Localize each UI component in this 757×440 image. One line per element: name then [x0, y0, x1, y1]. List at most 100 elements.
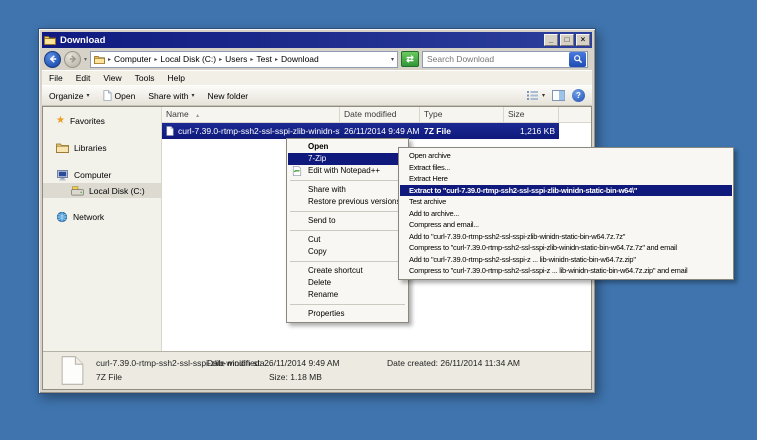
menu-bar: File Edit View Tools Help	[42, 70, 592, 85]
sidebar-network-label: Network	[73, 212, 104, 222]
details-pane: curl-7.39.0-rtmp-ssh2-ssl-sspi-zlib-wini…	[43, 351, 591, 389]
sidebar-item-network[interactable]: Network	[43, 209, 161, 225]
sidebar-libraries-label: Libraries	[74, 143, 107, 153]
submenu-item-compress-and-email[interactable]: Compress and email...	[400, 219, 732, 231]
menu-separator	[290, 304, 405, 305]
address-breadcrumb-bar[interactable]: ▸ Computer ▸ Local Disk (C:) ▸ Users ▸ T…	[90, 51, 398, 68]
column-header-type[interactable]: Type	[420, 107, 504, 122]
disk-drive-icon	[71, 186, 84, 196]
help-icon[interactable]: ?	[572, 89, 585, 102]
breadcrumb-separator[interactable]: ▸	[154, 56, 157, 63]
forward-button[interactable]	[64, 51, 81, 68]
submenu-item-add-to-zip[interactable]: Add to "curl-7.39.0-rtmp-ssh2-ssl-sspi-z…	[400, 254, 732, 266]
breadcrumb-users[interactable]: Users	[225, 54, 247, 64]
menu-edit[interactable]: Edit	[76, 73, 91, 83]
context-menu-item-properties[interactable]: Properties	[288, 308, 407, 320]
context-menu-item-7zip[interactable]: 7-Zip ▸	[288, 153, 407, 165]
context-menu: Open 7-Zip ▸ Edit with Notepad++ Share w…	[286, 138, 409, 323]
sidebar-item-local-disk[interactable]: Local Disk (C:)	[43, 183, 161, 198]
menu-separator	[290, 180, 405, 181]
menu-separator	[290, 211, 405, 212]
context-menu-item-copy[interactable]: Copy	[288, 246, 407, 258]
title-bar[interactable]: Download _ □ ×	[42, 32, 592, 48]
context-menu-item-create-shortcut[interactable]: Create shortcut	[288, 265, 407, 277]
edit-notepadpp-label: Edit with Notepad++	[308, 166, 380, 175]
preview-pane-button[interactable]	[552, 90, 565, 101]
7zip-submenu: Open archive Extract files... Extract He…	[398, 147, 734, 280]
column-header-size[interactable]: Size	[504, 107, 559, 122]
breadcrumb-test[interactable]: Test	[256, 54, 272, 64]
context-menu-item-rename[interactable]: Rename	[288, 289, 407, 301]
breadcrumb-download[interactable]: Download	[281, 54, 319, 64]
breadcrumb-computer[interactable]: Computer	[114, 54, 151, 64]
file-name: curl-7.39.0-rtmp-ssh2-ssl-sspi-zlib-wini…	[178, 126, 340, 136]
submenu-item-compress-to-zip-email[interactable]: Compress to "curl-7.39.0-rtmp-ssh2-ssl-s…	[400, 265, 732, 277]
sidebar-computer-label: Computer	[74, 170, 111, 180]
details-file-type: 7Z File	[96, 372, 122, 382]
menu-view[interactable]: View	[103, 73, 121, 83]
context-menu-item-share-with[interactable]: Share with ▸	[288, 184, 407, 196]
submenu-item-add-to-archive[interactable]: Add to archive...	[400, 208, 732, 220]
submenu-item-extract-files[interactable]: Extract files...	[400, 162, 732, 174]
sort-arrow-icon: ▴	[196, 113, 199, 119]
context-menu-item-send-to[interactable]: Send to ▸	[288, 215, 407, 227]
context-menu-item-restore-previous[interactable]: Restore previous versions	[288, 196, 407, 208]
address-dropdown-arrow[interactable]: ▾	[391, 56, 394, 63]
recent-pages-chevron[interactable]: ▾	[84, 56, 87, 63]
submenu-item-test-archive[interactable]: Test archive	[400, 196, 732, 208]
send-to-label: Send to	[308, 216, 336, 225]
column-header-date-modified[interactable]: Date modified	[340, 107, 420, 122]
submenu-item-open-archive[interactable]: Open archive	[400, 150, 732, 162]
sidebar-item-favorites[interactable]: ★ Favorites	[43, 113, 161, 129]
organize-button[interactable]: Organize ▾	[49, 91, 90, 101]
refresh-button[interactable]: ⇄	[401, 51, 419, 67]
new-folder-button[interactable]: New folder	[208, 91, 249, 101]
column-header-name[interactable]: Name ▴	[162, 107, 340, 122]
context-menu-item-cut[interactable]: Cut	[288, 234, 407, 246]
open-button[interactable]: Open	[103, 90, 136, 101]
menu-tools[interactable]: Tools	[135, 73, 155, 83]
close-button[interactable]: ×	[576, 34, 590, 46]
breadcrumb-local-disk[interactable]: Local Disk (C:)	[160, 54, 216, 64]
file-row-selected[interactable]: curl-7.39.0-rtmp-ssh2-ssl-sspi-zlib-wini…	[162, 123, 559, 139]
context-menu-item-open[interactable]: Open	[288, 141, 407, 153]
sidebar-local-disk-label: Local Disk (C:)	[89, 186, 145, 196]
submenu-item-compress-to-7z-email[interactable]: Compress to "curl-7.39.0-rtmp-ssh2-ssl-s…	[400, 242, 732, 254]
sidebar-item-computer[interactable]: Computer	[43, 167, 161, 183]
minimize-button[interactable]: _	[544, 34, 558, 46]
name-header-label: Name	[166, 109, 189, 119]
breadcrumb-separator[interactable]: ▸	[219, 56, 222, 63]
libraries-icon	[56, 143, 69, 153]
details-date-created: Date created: 26/11/2014 11:34 AM	[387, 358, 520, 368]
column-headers: Name ▴ Date modified Type Size	[162, 107, 591, 123]
chevron-down-icon: ▾	[542, 92, 545, 99]
breadcrumb-separator[interactable]: ▸	[250, 56, 253, 63]
menu-help[interactable]: Help	[167, 73, 184, 83]
breadcrumb-separator[interactable]: ▸	[108, 56, 111, 63]
submenu-item-extract-to[interactable]: Extract to "curl-7.39.0-rtmp-ssh2-ssl-ss…	[400, 185, 732, 197]
share-with-label: Share with	[308, 185, 346, 194]
command-bar: Organize ▾ Open Share with ▾ New folder …	[42, 85, 592, 106]
search-icon[interactable]	[569, 52, 586, 67]
file-size: 1,216 KB	[504, 126, 559, 136]
window-title: Download	[60, 35, 105, 46]
submenu-item-extract-here[interactable]: Extract Here	[400, 173, 732, 185]
maximize-button[interactable]: □	[560, 34, 574, 46]
menu-separator	[290, 230, 405, 231]
details-size: Size: 1.18 MB	[269, 372, 322, 382]
menu-file[interactable]: File	[49, 73, 63, 83]
context-menu-item-edit-notepadpp[interactable]: Edit with Notepad++	[288, 165, 407, 177]
column-header-filler	[559, 107, 591, 122]
search-box	[422, 51, 588, 68]
star-icon: ★	[56, 116, 65, 126]
breadcrumb-separator[interactable]: ▸	[275, 56, 278, 63]
submenu-item-add-to-7z[interactable]: Add to "curl-7.39.0-rtmp-ssh2-ssl-sspi-z…	[400, 231, 732, 243]
share-with-button[interactable]: Share with ▾	[148, 91, 194, 101]
context-menu-item-delete[interactable]: Delete	[288, 277, 407, 289]
sidebar-item-libraries[interactable]: Libraries	[43, 140, 161, 156]
views-button[interactable]: ▾	[526, 90, 545, 101]
file-type: 7Z File	[420, 126, 504, 136]
back-button[interactable]	[44, 51, 61, 68]
navigation-pane: ★ Favorites Libraries Computer	[43, 107, 161, 351]
search-input[interactable]	[423, 54, 569, 64]
